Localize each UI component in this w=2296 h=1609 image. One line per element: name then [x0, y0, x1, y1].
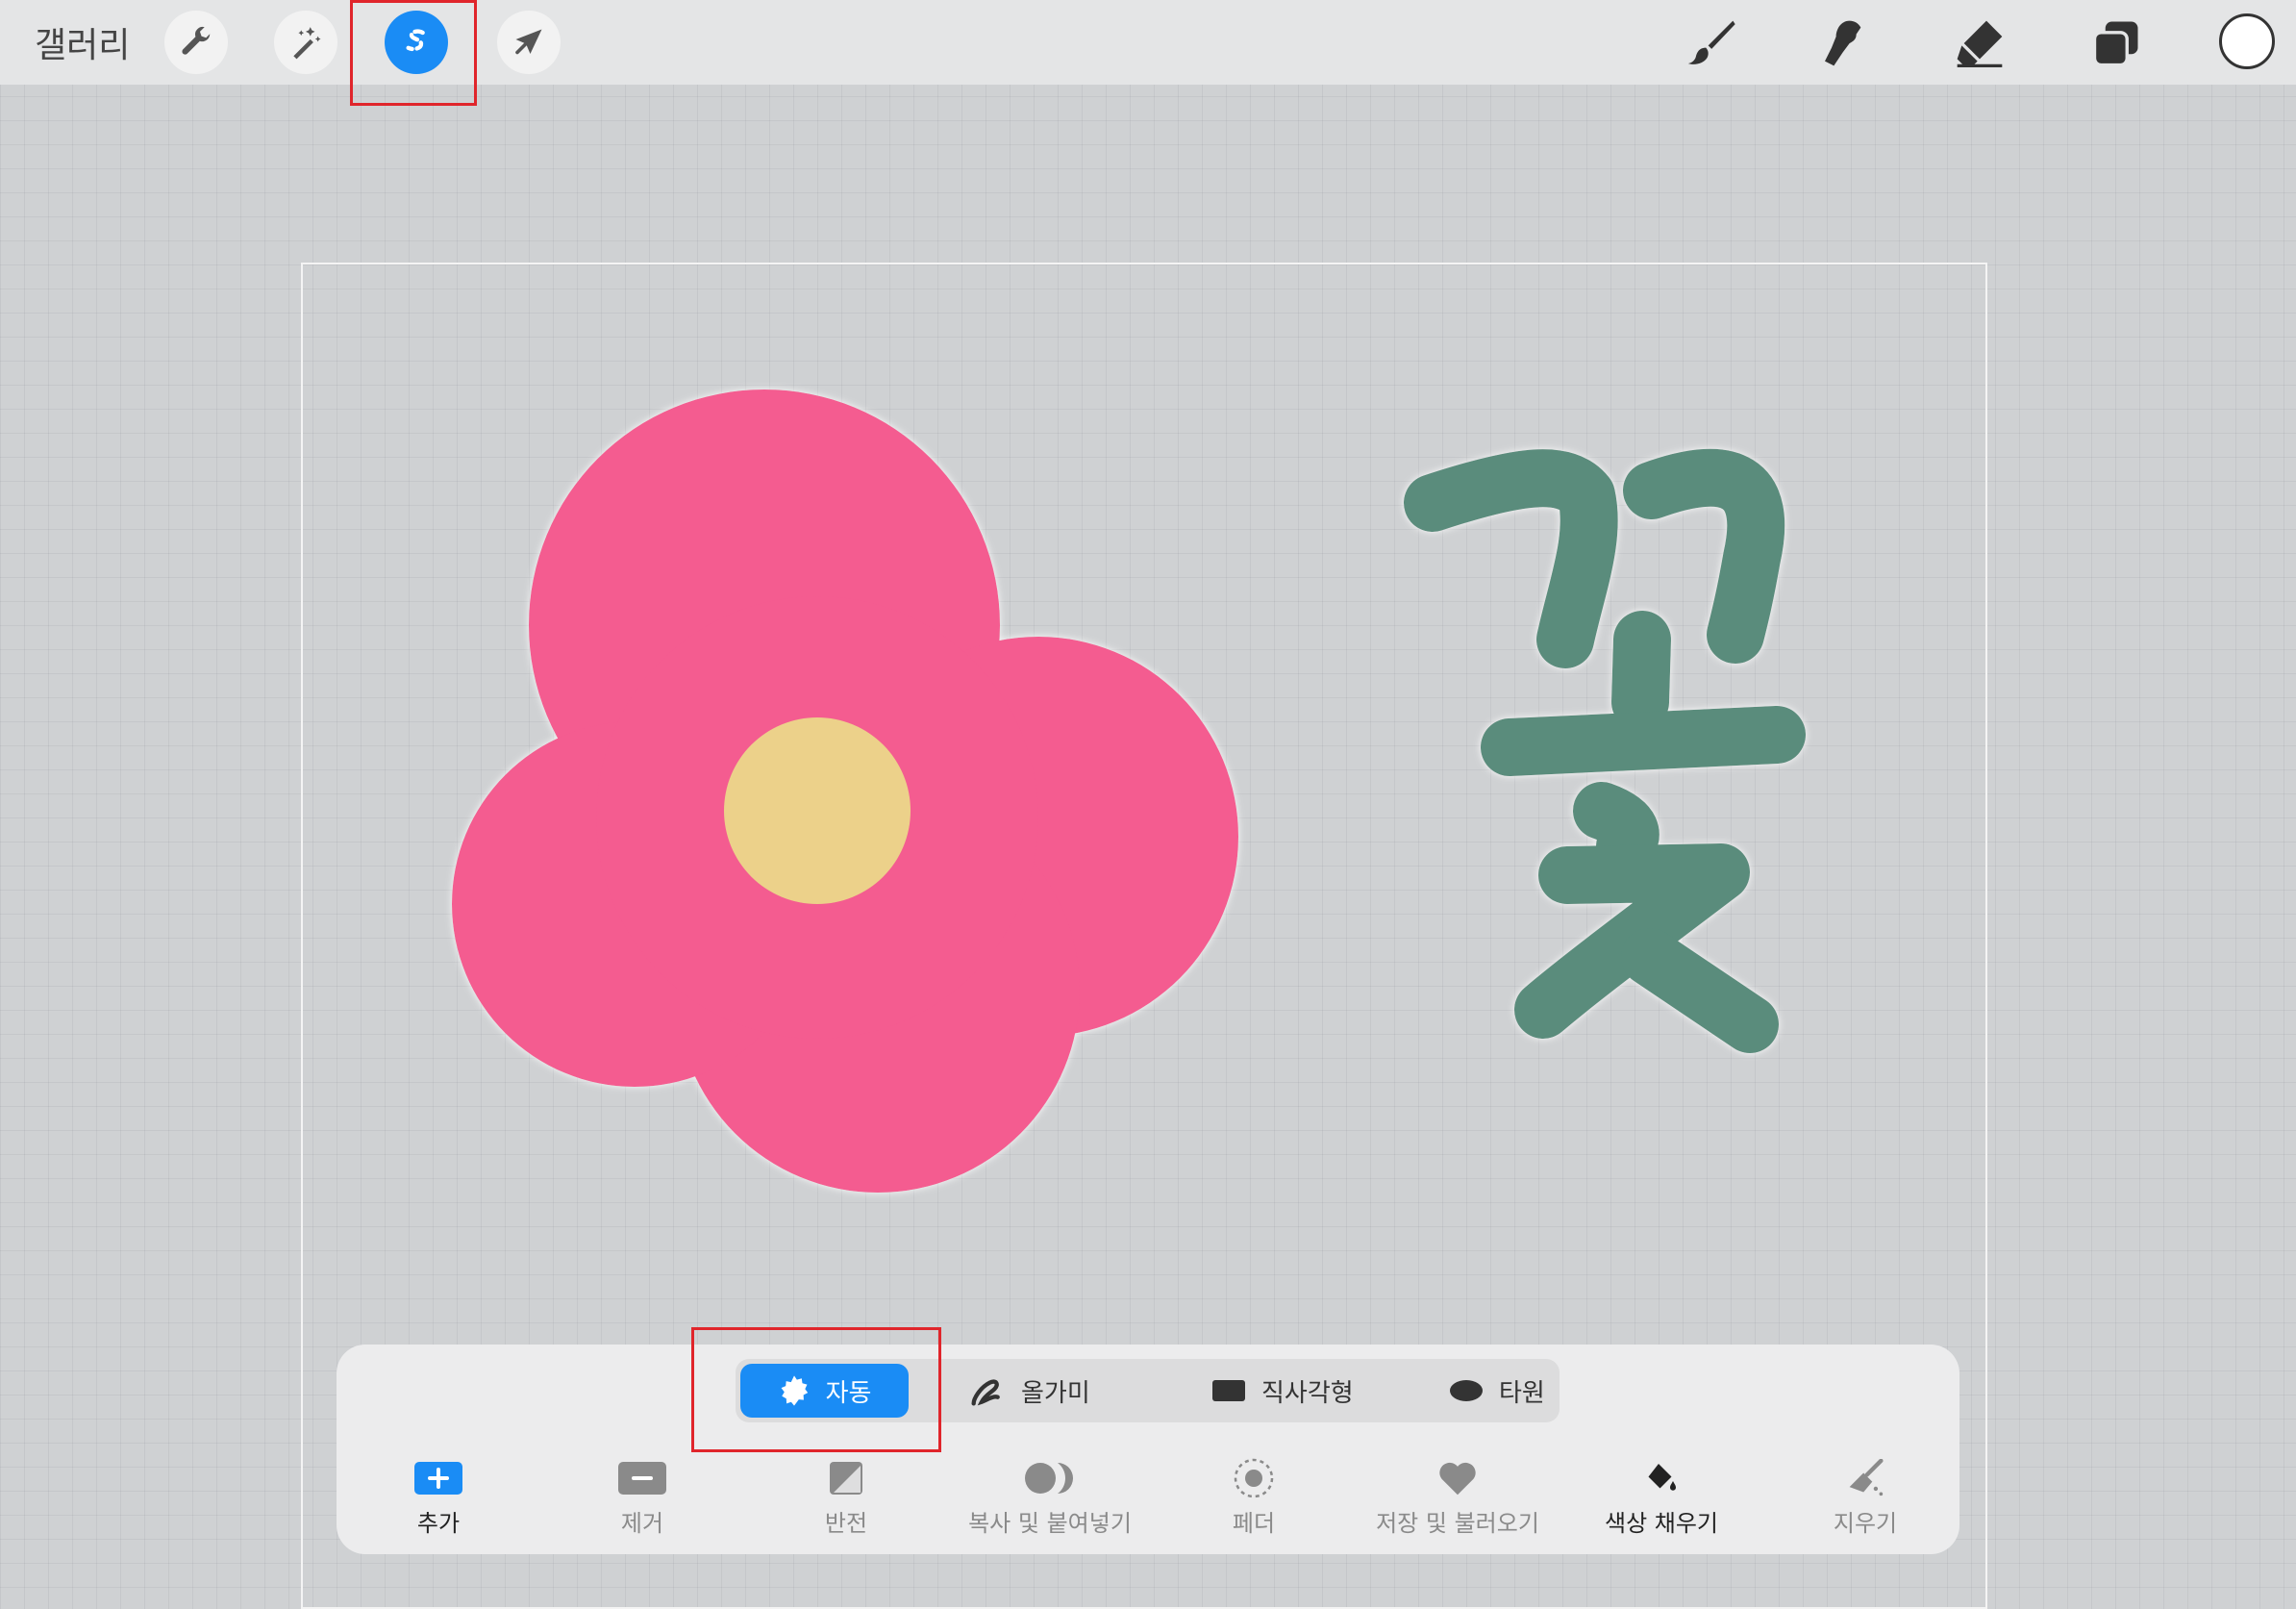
flower-drawing [452, 390, 1238, 1193]
copy-paste-label: 복사 및 붙여넣기 [968, 1510, 1132, 1537]
copy-paste-button[interactable]: 복사 및 붙여넣기 [948, 1458, 1152, 1538]
selection-options-panel: 자동 올가미 직사각형 타원 추가 제거 반전 복사 및 붙여넣기 페더 저장 … [337, 1345, 1959, 1554]
clear-button[interactable]: 지우기 [1763, 1458, 1967, 1538]
plus-icon [337, 1458, 540, 1498]
fill-bucket-icon [1560, 1458, 1763, 1498]
clear-label: 지우기 [1833, 1510, 1898, 1537]
mode-rectangle-label: 직사각형 [1261, 1378, 1354, 1408]
feather-button[interactable]: 페더 [1152, 1458, 1356, 1538]
invert-button[interactable]: 반전 [744, 1458, 948, 1538]
clear-broom-icon [1763, 1458, 1967, 1498]
feather-icon [1152, 1458, 1356, 1498]
mode-rectangle-button[interactable]: 직사각형 [1211, 1359, 1354, 1422]
mode-lasso-button[interactable]: 올가미 [967, 1359, 1090, 1422]
remove-label: 제거 [620, 1510, 664, 1537]
invert-icon [744, 1458, 948, 1498]
flower-center [724, 717, 911, 904]
ellipse-icon [1449, 1378, 1484, 1403]
hangul-drawing [1404, 448, 1806, 1053]
save-load-button[interactable]: 저장 및 불러오기 [1356, 1458, 1560, 1538]
auto-mode-highlight [691, 1327, 941, 1452]
save-load-label: 저장 및 불러오기 [1376, 1510, 1539, 1537]
feather-label: 페더 [1232, 1510, 1276, 1537]
heart-icon [1356, 1458, 1560, 1498]
copy-paste-icon [948, 1458, 1152, 1498]
invert-label: 반전 [824, 1510, 868, 1537]
color-fill-button[interactable]: 색상 채우기 [1560, 1458, 1763, 1538]
mode-ellipse-label: 타원 [1499, 1378, 1545, 1408]
rectangle-icon [1211, 1378, 1246, 1403]
add-label: 추가 [416, 1510, 461, 1537]
add-button[interactable]: 추가 [337, 1458, 540, 1538]
lasso-icon [967, 1371, 1006, 1410]
remove-button[interactable]: 제거 [540, 1458, 744, 1538]
minus-icon [540, 1458, 744, 1498]
mode-ellipse-button[interactable]: 타원 [1449, 1359, 1545, 1422]
color-fill-label: 색상 채우기 [1604, 1510, 1719, 1537]
mode-lasso-label: 올가미 [1021, 1378, 1090, 1408]
